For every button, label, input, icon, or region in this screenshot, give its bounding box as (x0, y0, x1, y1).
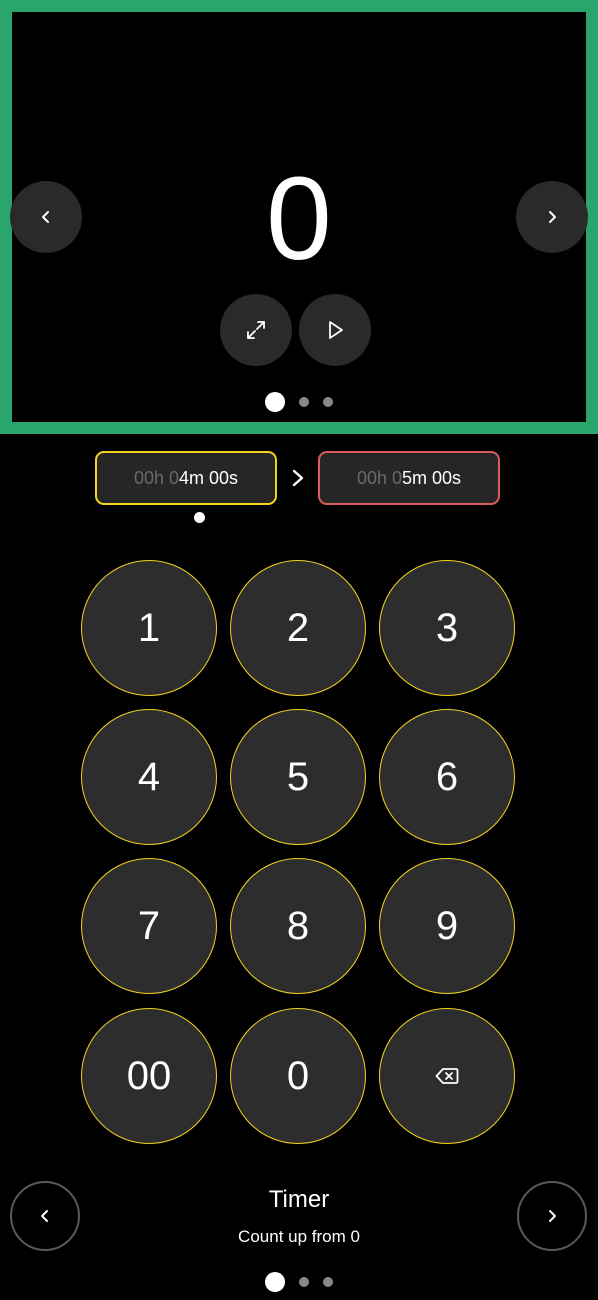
key-0[interactable]: 0 (230, 1008, 366, 1144)
pager-dot-active[interactable] (265, 392, 285, 412)
pager-dot[interactable] (299, 1277, 309, 1287)
pager-dot[interactable] (323, 1277, 333, 1287)
key-2[interactable]: 2 (230, 560, 366, 696)
key-8[interactable]: 8 (230, 858, 366, 994)
key-1[interactable]: 1 (81, 560, 217, 696)
key-5[interactable]: 5 (230, 709, 366, 845)
key-7[interactable]: 7 (81, 858, 217, 994)
timer-display: 0 (266, 153, 332, 285)
chevron-right-icon (292, 469, 304, 487)
mode-pager (0, 1272, 598, 1292)
play-button[interactable] (299, 294, 371, 366)
start-time-field[interactable]: 00h 0 4m 00s (95, 451, 277, 505)
key-3[interactable]: 3 (379, 560, 515, 696)
start-time-hours: 00h 0 (133, 467, 179, 488)
pager-dot[interactable] (299, 397, 309, 407)
backspace-button[interactable] (379, 1008, 515, 1144)
mode-subtitle: Count up from 0 (238, 1227, 360, 1246)
pager-dot[interactable] (323, 397, 333, 407)
play-icon (329, 321, 343, 339)
pager-dot-active[interactable] (265, 1272, 285, 1292)
key-9[interactable]: 9 (379, 858, 515, 994)
end-time-field[interactable]: 00h 0 5m 00s (318, 451, 500, 505)
key-00[interactable]: 00 (81, 1008, 217, 1144)
start-time-minutes: 4m 00s (179, 467, 239, 488)
preview-pager (0, 392, 598, 412)
end-time-hours: 00h 0 (356, 467, 402, 488)
expand-icon (247, 321, 265, 339)
key-4[interactable]: 4 (81, 709, 217, 845)
fullscreen-button[interactable] (220, 294, 292, 366)
end-time-minutes: 5m 00s (402, 467, 462, 488)
active-field-indicator (194, 512, 205, 523)
backspace-icon (435, 1068, 459, 1084)
mode-title: Timer (268, 1186, 330, 1213)
key-6[interactable]: 6 (379, 709, 515, 845)
